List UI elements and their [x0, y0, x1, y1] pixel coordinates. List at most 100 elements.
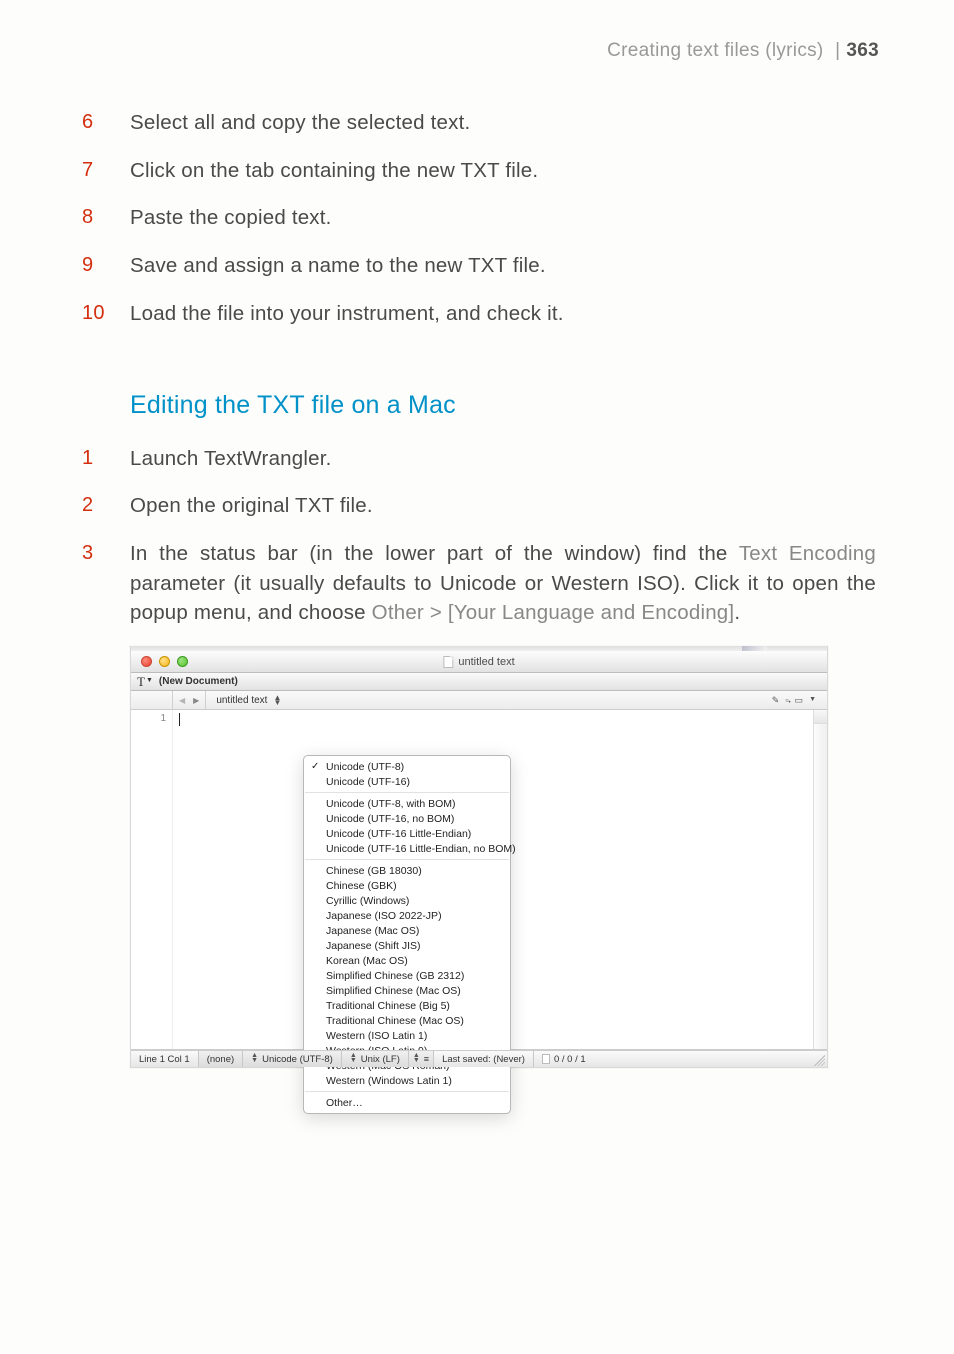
step-text: Load the file into your instrument, and … [130, 299, 876, 329]
stepper-icon: ▲▼ [251, 1054, 258, 1064]
steps-continued-list: 6 Select all and copy the selected text.… [82, 108, 876, 329]
running-header: Creating text files (lyrics) | 363 [607, 40, 879, 62]
zoom-icon[interactable] [177, 656, 188, 667]
step-text: Launch TextWrangler. [130, 444, 876, 474]
drawer-header[interactable]: T ▼ (New Document) [131, 673, 827, 691]
tab-title: untitled text [216, 695, 267, 706]
step3-pre: In the status bar (in the lower part of … [130, 542, 739, 565]
tab-nav-arrows[interactable]: ◀ ▶ [173, 691, 206, 709]
text-caret [179, 713, 180, 726]
page-number: 363 [846, 40, 879, 61]
status-line-endings-selector[interactable]: ▲▼ Unix (LF) [342, 1051, 409, 1067]
resize-grip-icon[interactable] [814, 1055, 825, 1066]
disclosure-triangle-icon[interactable]: ▼ [146, 677, 153, 684]
scrollbar-track[interactable] [814, 724, 827, 1049]
status-cursor-position: Line 1 Col 1 [131, 1051, 199, 1067]
step-text: Open the original TXT file. [130, 491, 876, 521]
status-last-saved: Last saved: (Never) [434, 1051, 534, 1067]
step-item: 10 Load the file into your instrument, a… [82, 299, 876, 329]
step-item: 7 Click on the tab containing the new TX… [82, 156, 876, 186]
tabbar-more-icon[interactable]: ▼ [809, 696, 816, 703]
step-text: In the status bar (in the lower part of … [130, 539, 876, 628]
encoding-menu-item[interactable]: Korean (Mac OS) [304, 953, 510, 968]
encoding-menu-item[interactable]: Simplified Chinese (GB 2312) [304, 968, 510, 983]
tab-gutter [131, 691, 173, 709]
window-titlebar[interactable]: untitled text [131, 651, 827, 673]
doc-dot-icon[interactable]: ▫• [785, 695, 788, 705]
step-number: 8 [82, 203, 130, 233]
line-number: 1 [131, 713, 166, 724]
step-item: 6 Select all and copy the selected text. [82, 108, 876, 138]
window-title-text: untitled text [458, 656, 514, 668]
step-number: 2 [82, 491, 130, 521]
step-number: 6 [82, 108, 130, 138]
step-text: Click on the tab containing the new TXT … [130, 156, 876, 186]
section-heading: Editing the TXT file on a Mac [130, 391, 876, 420]
drawer-title: (New Document) [159, 676, 238, 687]
minimize-icon[interactable] [159, 656, 170, 667]
list-icon: ≡ [424, 1054, 429, 1064]
prev-icon[interactable]: ◀ [179, 696, 185, 705]
editor-area: 1 Unicode (UTF-8)Unicode (UTF-16)Unicode… [131, 710, 827, 1050]
page-content: 6 Select all and copy the selected text.… [82, 108, 876, 1068]
status-encoding-selector[interactable]: ▲▼ Unicode (UTF-8) [243, 1051, 342, 1067]
stepper-icon: ▲▼ [350, 1054, 357, 1064]
encoding-menu-item[interactable]: Unicode (UTF-16 Little-Endian, no BOM) [304, 841, 510, 856]
encoding-menu-item[interactable]: Other… [304, 1095, 510, 1110]
header-divider: | [835, 40, 840, 61]
step-number: 7 [82, 156, 130, 186]
encoding-menu-item[interactable]: Traditional Chinese (Mac OS) [304, 1013, 510, 1028]
status-language-selector[interactable]: (none) [199, 1051, 243, 1067]
status-bar: Line 1 Col 1 (none) ▲▼ Unicode (UTF-8) ▲… [131, 1050, 827, 1067]
encoding-menu-item[interactable]: Simplified Chinese (Mac OS) [304, 983, 510, 998]
document-icon [542, 1054, 550, 1064]
traffic-lights [131, 656, 188, 667]
document-tabbar: ◀ ▶ untitled text ▲▼ ✎ ▫• ▭ ▼ [131, 691, 827, 710]
pencil-icon[interactable]: ✎ [772, 695, 780, 706]
encoding-menu-item[interactable]: Unicode (UTF-8) [304, 759, 510, 774]
menu-separator [305, 792, 509, 793]
encoding-menu-item[interactable]: Chinese (GB 18030) [304, 863, 510, 878]
ui-label-text-encoding: Text Encoding [739, 542, 876, 565]
step3-post: . [734, 601, 740, 624]
toolbar-right: ✎ ▫• ▭ ▼ [772, 695, 822, 706]
ui-label-other-encoding: Other > [Your Language and Encoding] [372, 601, 735, 624]
tab-action-icon[interactable]: ▭ [795, 695, 804, 706]
step-item: 9 Save and assign a name to the new TXT … [82, 251, 876, 281]
vertical-scrollbar[interactable] [813, 710, 827, 1049]
encoding-menu-item[interactable]: Unicode (UTF-16, no BOM) [304, 811, 510, 826]
step-text: Select all and copy the selected text. [130, 108, 876, 138]
encoding-menu-item[interactable]: Western (Windows Latin 1) [304, 1073, 510, 1088]
text-tool-icon: T [137, 674, 145, 690]
next-icon[interactable]: ▶ [193, 696, 199, 705]
step-number: 10 [82, 299, 130, 329]
encoding-menu-item[interactable]: Japanese (ISO 2022-JP) [304, 908, 510, 923]
encoding-menu-item[interactable]: Unicode (UTF-16 Little-Endian) [304, 826, 510, 841]
encoding-menu-item[interactable]: Unicode (UTF-8, with BOM) [304, 796, 510, 811]
step-text: Save and assign a name to the new TXT fi… [130, 251, 876, 281]
encoding-menu-item[interactable]: Japanese (Mac OS) [304, 923, 510, 938]
encoding-menu-item[interactable]: Western (ISO Latin 1) [304, 1028, 510, 1043]
text-editor[interactable]: Unicode (UTF-8)Unicode (UTF-16) Unicode (… [173, 710, 813, 1049]
encoding-menu-item[interactable]: Cyrillic (Windows) [304, 893, 510, 908]
encoding-menu-item[interactable]: Japanese (Shift JIS) [304, 938, 510, 953]
step-item: 3 In the status bar (in the lower part o… [82, 539, 876, 628]
line-number-gutter: 1 [131, 710, 173, 1049]
stepper-icon: ▲▼ [413, 1054, 420, 1064]
step-item: 2 Open the original TXT file. [82, 491, 876, 521]
menu-separator [305, 1091, 509, 1092]
encoding-menu-item[interactable]: Unicode (UTF-16) [304, 774, 510, 789]
steps-mac-list: 1 Launch TextWrangler. 2 Open the origin… [82, 444, 876, 629]
step-number: 1 [82, 444, 130, 474]
document-tab[interactable]: untitled text ▲▼ [206, 695, 291, 706]
stepper-icon[interactable]: ▲▼ [273, 695, 281, 706]
step-text: Paste the copied text. [130, 203, 876, 233]
encoding-menu-item[interactable]: Chinese (GBK) [304, 878, 510, 893]
encoding-menu-item[interactable]: Traditional Chinese (Big 5) [304, 998, 510, 1013]
textwrangler-screenshot: untitled text T ▼ (New Document) ◀ ▶ unt… [130, 646, 828, 1068]
window-title: untitled text [443, 656, 514, 668]
close-icon[interactable] [141, 656, 152, 667]
header-section-title: Creating text files (lyrics) [607, 40, 823, 61]
status-extra-selector[interactable]: ▲▼ ≡ [409, 1051, 434, 1067]
step-item: 1 Launch TextWrangler. [82, 444, 876, 474]
